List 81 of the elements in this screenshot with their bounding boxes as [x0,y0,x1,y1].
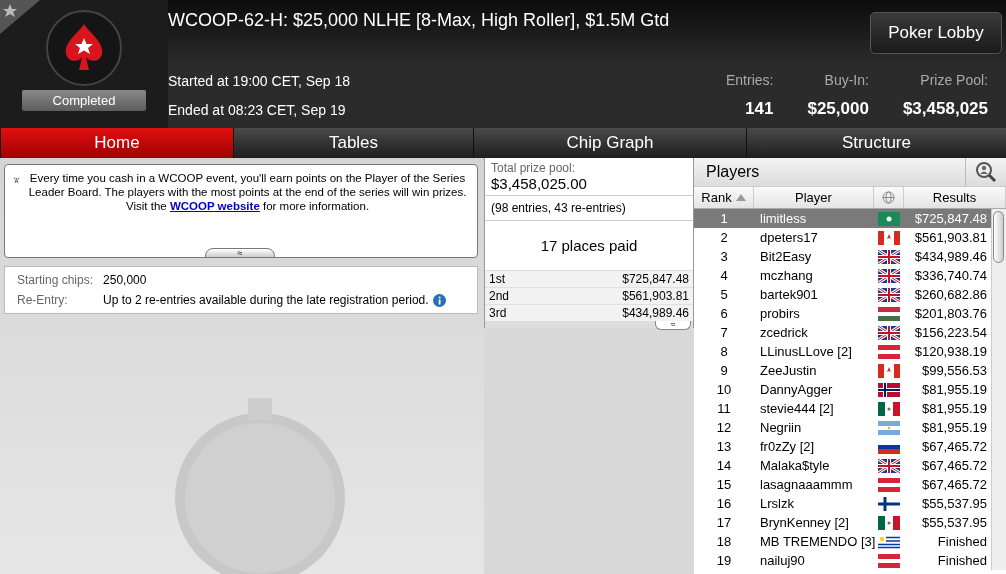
globe-icon[interactable] [882,191,895,204]
flag-icon [878,458,900,473]
prize-place: 3rd [489,306,507,320]
player-row[interactable]: 4 mczhang $336,740.74 [694,266,991,285]
stat-label: Buy-In: [824,71,869,88]
wcoop-website-link[interactable]: WCOOP website [169,200,260,212]
places-paid: 17 places paid [539,236,639,256]
player-row[interactable]: 9 ZeeJustin $99,556.53 [694,361,991,380]
stat-label: Entries: [726,71,774,88]
player-row[interactable]: 18 MB TREMENDO [3] Finished [694,532,991,551]
player-row[interactable]: 8 LLinusLLove [2] $120,938.19 [694,342,991,361]
prize-pool-label: Total prize pool: [491,161,577,175]
flag-icon [878,249,900,264]
prize-place: 1st [489,272,505,286]
collapse-button[interactable]: ≈ [205,248,275,258]
flag-icon [878,401,900,416]
flag-icon [878,287,900,302]
flag-icon [878,553,900,568]
search-icon[interactable] [975,161,997,183]
flag-icon [878,230,900,245]
player-row[interactable]: 12 Negriin $81,955.19 [694,418,991,437]
player-row[interactable]: 5 bartek901 $260,682.86 [694,285,991,304]
expand-button[interactable]: ≈ [655,321,691,330]
prize-place: 2nd [489,289,510,303]
flag-icon [878,325,900,340]
flag-icon [878,496,900,511]
player-row[interactable]: 15 lasagnaaammm $67,465.72 [694,475,991,494]
tab[interactable]: Chip Graph [473,128,746,158]
end-time: Ended at 08:23 CET, Sep 19 [168,101,347,118]
player-row[interactable]: 14 Malaka$tyle $67,465.72 [694,456,991,475]
flag-icon [878,306,900,321]
poker-lobby-button[interactable]: Poker Lobby [870,12,1002,54]
flag-icon [878,363,900,378]
flag-icon [878,344,900,359]
notice-text: Every time you cash in a WCOOP event, you'll earn points on the Player of the Series Leader Board. The players with the most points at the end of the series will win prizes. Visit the WCOOP website for more information. [27,171,468,214]
stat-value: 141 [745,98,774,119]
prize-amount: $434,989.46 [622,306,689,320]
column-header[interactable]: Results [904,187,1006,208]
spade-logo-icon [46,10,122,86]
info-label: Starting chips: [17,273,94,287]
info-value: Up to 2 re-entries available during the late registration period. [103,293,429,307]
tab[interactable]: Tables [233,128,473,158]
entries-note: (98 entries, 43 re-entries) [485,196,693,221]
player-row[interactable]: 1 limitless $725,847.48 [694,209,991,228]
players-title: Players [706,163,760,181]
start-time: Started at 19:00 CET, Sep 18 [168,72,351,89]
column-header[interactable]: Rank [694,187,754,208]
flag-icon [878,211,900,226]
player-row[interactable]: 7 zcedrick $156,223.54 [694,323,991,342]
info-value: 250,000 [103,273,147,287]
flag-icon [878,420,900,435]
player-row[interactable]: 3 Bit2Easy $434,989.46 [694,247,991,266]
tab[interactable]: Home [0,128,233,158]
info-label: Re-Entry: [17,293,69,307]
player-row[interactable]: 11 stevie444 [2] $81,955.19 [694,399,991,418]
flag-icon [878,515,900,530]
sort-ascending-icon [735,194,746,201]
player-row[interactable]: 13 fr0zZy [2] $67,465.72 [694,437,991,456]
stat-label: Prize Pool: [920,71,988,88]
flag-icon [878,534,900,549]
status-ribbon: Completed [22,90,146,111]
player-row[interactable]: 16 Lrslzk $55,537.95 [694,494,991,513]
info-icon[interactable] [432,293,446,307]
flag-icon [878,382,900,397]
prize-amount: $725,847.48 [622,272,689,286]
stat-value: $3,458,025 [902,98,988,119]
player-row[interactable]: 17 BrynKenney [2] $55,537.95 [694,513,991,532]
tab[interactable]: Structure [746,128,1006,158]
prize-pool-total: $3,458,025.00 [491,175,588,192]
player-row[interactable]: 2 dpeters17 $561,903.81 [694,228,991,247]
tournament-title: WCOOP-62-H: $25,000 NLHE [8-Max, High Roller], $1.5M Gtd [168,10,670,31]
favorite-star-icon[interactable] [0,0,40,34]
stat-value: $25,000 [807,98,869,119]
flag-icon [878,477,900,492]
player-row[interactable]: 10 DannyAgger $81,955.19 [694,380,991,399]
scrollbar[interactable] [991,209,1006,570]
column-header[interactable]: Player [754,187,874,208]
prize-amount: $561,903.81 [622,289,689,303]
player-row[interactable]: 6 probirs $201,803.76 [694,304,991,323]
player-row[interactable]: 19 nailuj90 Finished [694,551,991,570]
flag-icon [878,268,900,283]
